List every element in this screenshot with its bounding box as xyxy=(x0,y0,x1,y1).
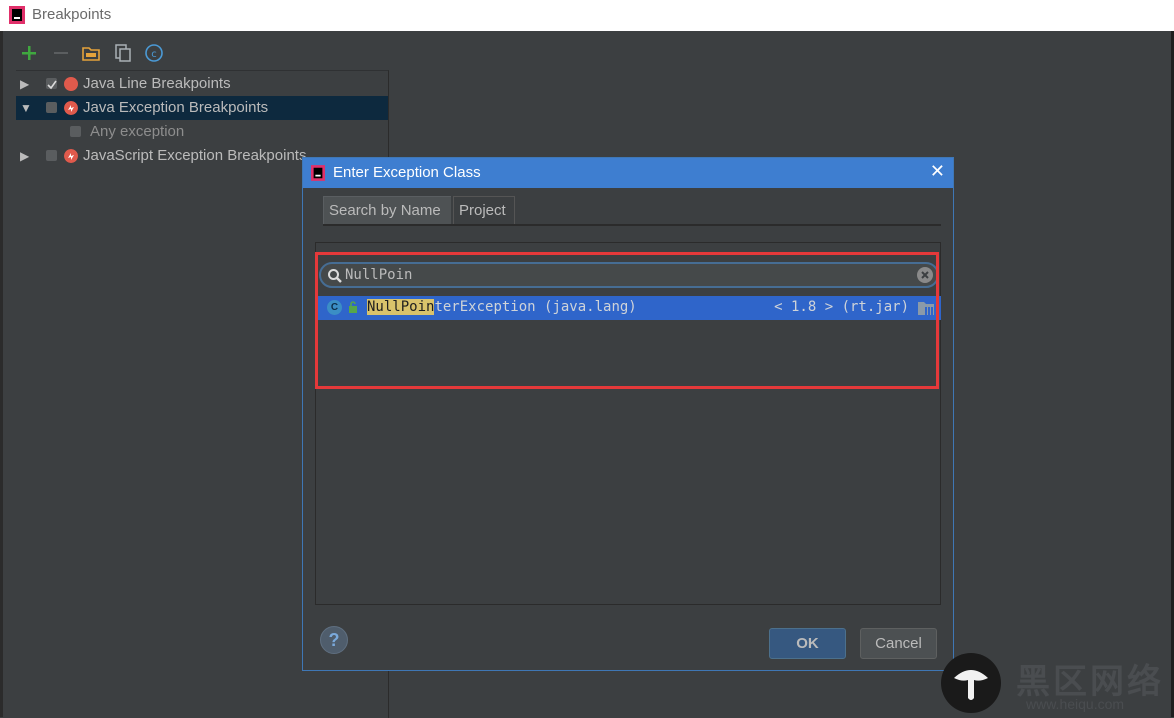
tree-item-label: Java Line Breakpoints xyxy=(83,75,231,92)
intellij-app-icon xyxy=(9,6,25,24)
tree-item-java-exception[interactable]: ▼ Java Exception Breakpoints xyxy=(16,96,388,120)
tree-item-label: JavaScript Exception Breakpoints xyxy=(83,147,307,164)
watermark: 黑区网络 www.heiqu.com xyxy=(940,652,1170,714)
exception-breakpoint-icon xyxy=(64,149,78,163)
tab-project[interactable]: Project xyxy=(453,196,515,224)
left-edge xyxy=(0,31,3,717)
expand-arrow-icon[interactable]: ▶ xyxy=(20,149,32,163)
window-titlebar: Breakpoints xyxy=(0,0,1174,31)
cancel-button[interactable]: Cancel xyxy=(860,628,937,659)
expand-arrow-icon[interactable]: ▶ xyxy=(20,77,32,91)
exception-breakpoint-icon xyxy=(64,101,78,115)
checkbox[interactable] xyxy=(70,126,81,137)
tab-divider xyxy=(323,224,941,226)
checkbox[interactable] xyxy=(46,150,57,161)
breakpoint-icon xyxy=(64,77,78,91)
checkbox[interactable] xyxy=(46,78,57,90)
tree-item-any-exception[interactable]: Any exception xyxy=(16,120,388,144)
tree-item-label: Java Exception Breakpoints xyxy=(83,99,269,116)
intellij-app-icon xyxy=(311,165,325,181)
folder-icon[interactable] xyxy=(80,42,102,64)
close-icon[interactable]: ✕ xyxy=(930,161,945,182)
collapse-arrow-icon[interactable]: ▼ xyxy=(20,101,32,115)
minus-icon[interactable] xyxy=(50,42,72,64)
class-icon[interactable]: c xyxy=(143,42,165,64)
tree-item-label: Any exception xyxy=(90,123,185,140)
tree-item-java-line[interactable]: ▶ Java Line Breakpoints xyxy=(16,72,388,96)
tab-search-by-name[interactable]: Search by Name xyxy=(323,196,451,224)
dialog-title: Enter Exception Class xyxy=(333,164,481,181)
help-button[interactable]: ? xyxy=(320,626,348,654)
copy-icon[interactable] xyxy=(112,42,134,64)
annotation-highlight-box xyxy=(315,252,939,389)
enter-exception-class-dialog: Enter Exception Class ✕ Search by Name P… xyxy=(302,157,954,671)
window-title: Breakpoints xyxy=(32,6,112,23)
ok-button[interactable]: OK xyxy=(769,628,846,659)
svg-text:c: c xyxy=(151,49,157,60)
plus-icon[interactable] xyxy=(18,42,40,64)
watermark-url: www.heiqu.com xyxy=(1026,696,1125,712)
watermark-logo-icon xyxy=(941,653,1001,713)
dialog-titlebar[interactable]: Enter Exception Class ✕ xyxy=(303,158,953,188)
checkbox[interactable] xyxy=(46,102,57,113)
